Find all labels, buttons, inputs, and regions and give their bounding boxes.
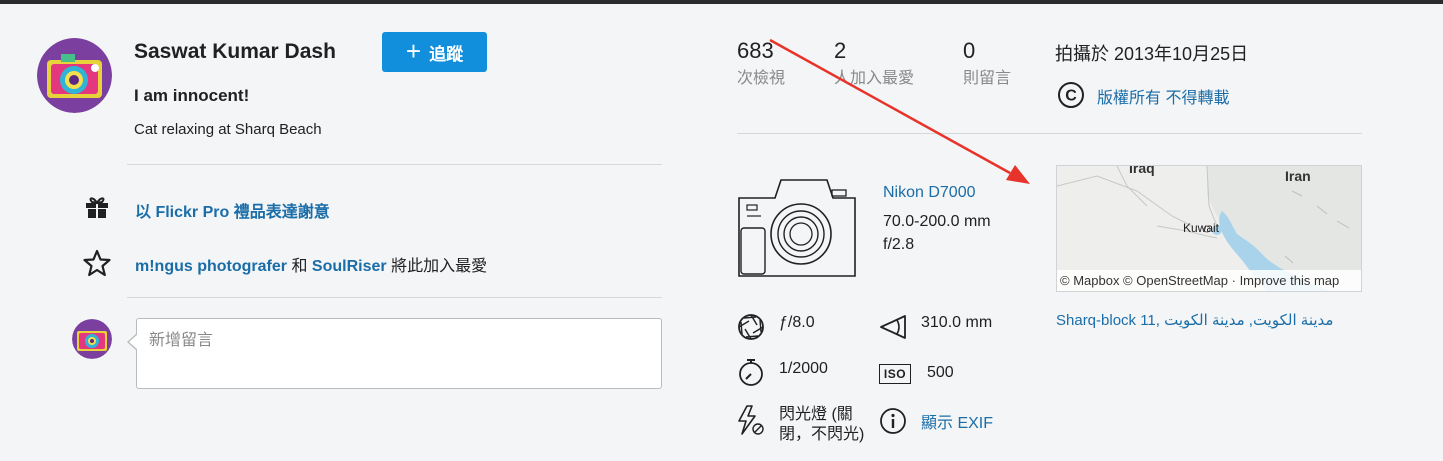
annotation-arrow xyxy=(769,38,1030,184)
